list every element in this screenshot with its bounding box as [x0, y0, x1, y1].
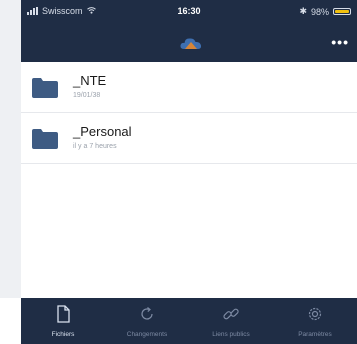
- tab-label: Liens publics: [212, 331, 250, 338]
- tab-parametres[interactable]: Paramètres: [273, 298, 357, 344]
- navigation-bar: •••: [21, 22, 357, 63]
- tab-changements[interactable]: Changements: [105, 298, 189, 344]
- status-right: ✱ 98%: [299, 6, 351, 17]
- document-icon: [57, 305, 70, 323]
- battery-icon: [333, 8, 351, 15]
- item-subtitle: il y a 7 heures: [73, 143, 117, 150]
- tab-fichiers[interactable]: Fichiers: [21, 298, 105, 344]
- tab-label: Fichiers: [51, 331, 75, 338]
- item-title: _NTE: [73, 73, 107, 88]
- list-item[interactable]: _NTE 19/01/38: [21, 62, 357, 113]
- tab-bar: Fichiers Changements Liens publics Param…: [21, 298, 357, 344]
- file-list: _NTE 19/01/38 _Personal il y a 7 heures: [21, 62, 357, 164]
- battery-fill: [335, 10, 349, 13]
- item-subtitle: 19/01/38: [73, 92, 101, 99]
- gear-icon: [308, 307, 322, 321]
- link-icon: [223, 308, 239, 320]
- status-bar: Swisscom 16:30 ✱ 98%: [21, 0, 357, 22]
- bluetooth-icon: ✱: [299, 6, 307, 16]
- item-title: _Personal: [73, 124, 132, 139]
- tab-liens-publics[interactable]: Liens publics: [189, 298, 273, 344]
- cloud-logo-icon: [180, 38, 202, 49]
- folder-icon: [32, 129, 58, 149]
- background-strip: [0, 0, 21, 298]
- more-options-button[interactable]: •••: [331, 34, 349, 50]
- folder-icon: [32, 78, 58, 98]
- tab-label: Paramètres: [298, 331, 332, 338]
- tab-label: Changements: [126, 331, 168, 338]
- app-window: Swisscom 16:30 ✱ 98% ••• _NTE 19/01/38 _…: [21, 0, 357, 344]
- background-strip-bottom: [0, 298, 21, 344]
- battery-percent: 98%: [310, 6, 329, 17]
- list-item[interactable]: _Personal il y a 7 heures: [21, 113, 357, 164]
- refresh-icon: [141, 307, 153, 320]
